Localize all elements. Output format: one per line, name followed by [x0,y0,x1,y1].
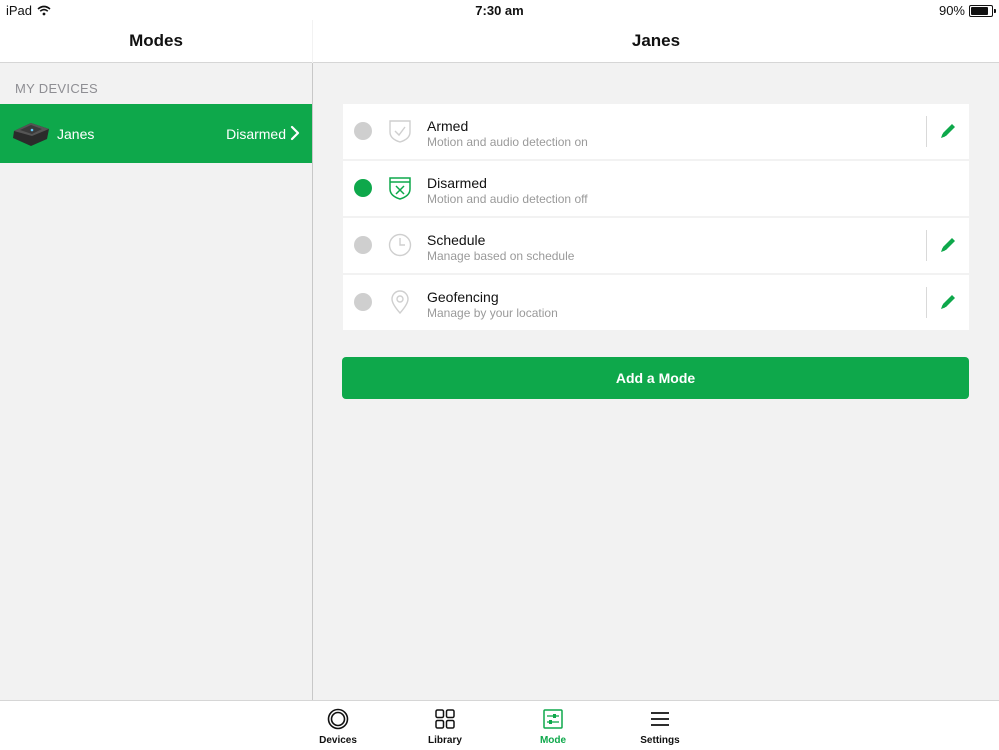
mode-radio-armed[interactable] [354,122,372,140]
mode-subtitle: Manage by your location [427,306,558,320]
mode-radio-schedule[interactable] [354,236,372,254]
mode-title: Armed [427,118,469,134]
status-bar: iPad 7:30 am 90% [0,0,999,20]
tab-mode[interactable]: Mode [513,701,593,750]
location-pin-icon [391,290,409,315]
mode-title: Geofencing [427,289,499,305]
mode-row-schedule[interactable]: Schedule Manage based on schedule [343,218,969,273]
battery-icon [969,4,996,17]
shield-check-icon [389,120,411,143]
mode-list: Armed Motion and audio detection on Disa… [343,104,969,332]
divider [926,116,927,147]
pencil-icon[interactable] [938,121,958,141]
add-mode-button[interactable]: Add a Mode [342,357,969,399]
tab-devices[interactable]: Devices [298,701,378,750]
sidebar-item-device[interactable]: Janes Disarmed [0,104,312,163]
battery-percent: 90% [938,3,965,18]
mode-title: Disarmed [427,175,487,191]
mode-sliders-icon [543,709,563,729]
tab-label: Settings [640,735,680,746]
mode-radio-geofencing[interactable] [354,293,372,311]
mode-row-armed[interactable]: Armed Motion and audio detection on [343,104,969,159]
tab-settings[interactable]: Settings [620,701,700,750]
mode-radio-disarmed[interactable] [354,179,372,197]
device-status: Disarmed [226,126,286,142]
devices-icon [327,708,349,730]
tab-label: Devices [319,735,357,746]
sidebar-header: Modes [0,20,312,63]
page-title: Janes [631,31,681,50]
mode-subtitle: Motion and audio detection off [427,192,588,206]
shield-x-icon [389,177,411,200]
tab-label: Library [428,735,462,746]
tab-bar: Devices Library Mode Settings [0,700,999,750]
camera-base-icon [13,123,49,146]
tab-library[interactable]: Library [405,701,485,750]
mode-subtitle: Motion and audio detection on [427,135,588,149]
mode-row-geofencing[interactable]: Geofencing Manage by your location [343,275,969,330]
sidebar-title: Modes [129,31,183,50]
divider [926,287,927,318]
divider [926,230,927,261]
battery-fill [971,6,989,15]
mode-subtitle: Manage based on schedule [427,249,575,263]
mode-row-disarmed[interactable]: Disarmed Motion and audio detection off [343,161,969,216]
tab-label: Mode [539,735,567,746]
mode-title: Schedule [427,232,486,248]
settings-menu-icon [651,712,669,726]
main-header: Janes [313,20,999,63]
sidebar: MY DEVICES Janes Disarmed [0,63,313,700]
section-label-my-devices: MY DEVICES [15,81,98,96]
pencil-icon[interactable] [938,292,958,312]
status-time: 7:30 am [475,3,524,18]
library-grid-icon [435,709,455,729]
chevron-right-icon [290,125,300,141]
pencil-icon[interactable] [938,235,958,255]
device-name: Janes [57,126,95,142]
clock-icon [388,233,412,257]
